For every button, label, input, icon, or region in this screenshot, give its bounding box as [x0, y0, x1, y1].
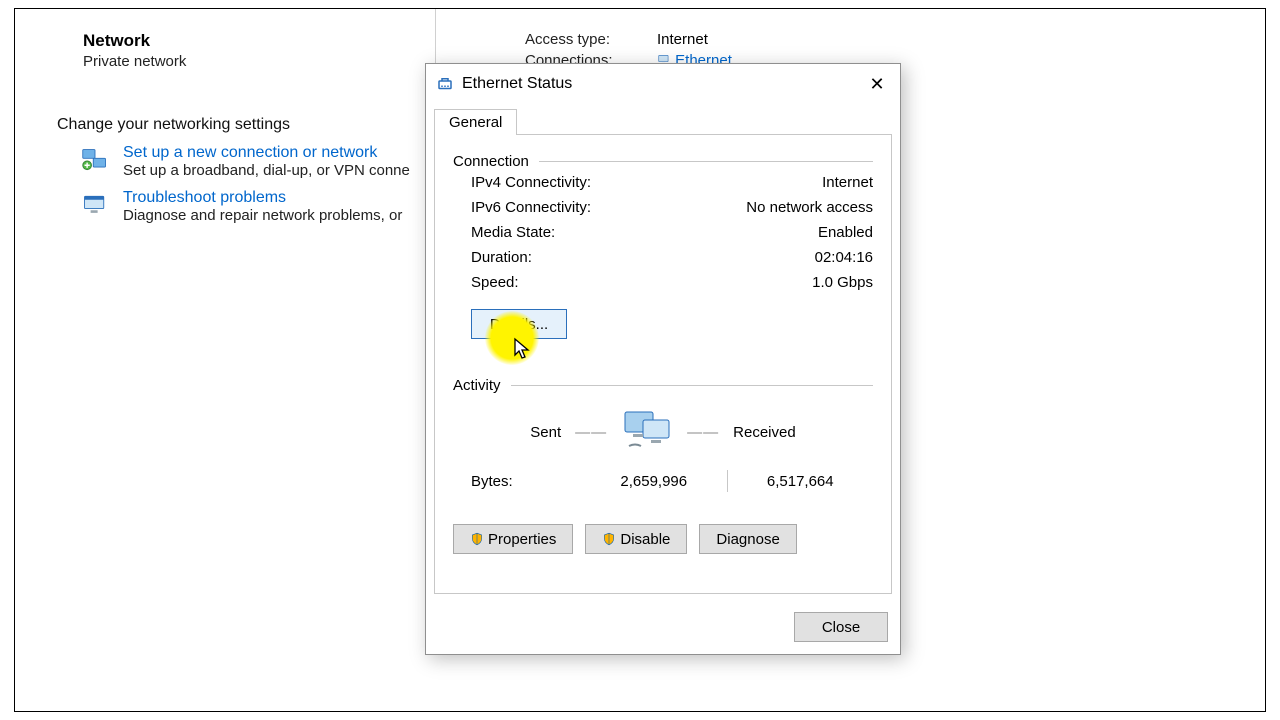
duration-value: 02:04:16 — [733, 249, 873, 266]
tab-strip: General — [426, 104, 900, 134]
access-type-row: Access type: Internet — [525, 31, 1241, 48]
media-state-row: Media State: Enabled — [453, 220, 873, 245]
shield-icon — [602, 532, 616, 546]
setup-connection-desc: Set up a broadband, dial-up, or VPN conn… — [123, 162, 410, 179]
media-state-label: Media State: — [471, 224, 733, 241]
disable-button[interactable]: Disable — [585, 524, 687, 554]
ipv6-row: IPv6 Connectivity: No network access — [453, 195, 873, 220]
shield-icon — [470, 532, 484, 546]
speed-value: 1.0 Gbps — [733, 274, 873, 291]
network-subtitle: Private network — [83, 53, 477, 70]
ipv4-value: Internet — [733, 174, 873, 191]
duration-label: Duration: — [471, 249, 733, 266]
bytes-received-value: 6,517,664 — [728, 473, 874, 490]
dialog-titlebar: Ethernet Status ✕ — [426, 64, 900, 104]
ipv4-row: IPv4 Connectivity: Internet — [453, 170, 873, 195]
dialog-footer: Close — [426, 602, 900, 654]
troubleshoot-item[interactable]: Troubleshoot problems Diagnose and repai… — [81, 189, 477, 224]
network-heading: Network — [83, 31, 477, 51]
change-settings-heading: Change your networking settings — [57, 116, 477, 134]
duration-row: Duration: 02:04:16 — [453, 245, 873, 270]
close-button[interactable]: Close — [794, 612, 888, 642]
ipv6-value: No network access — [733, 199, 873, 216]
activity-computer-icon — [621, 408, 673, 456]
tab-panel-general: Connection IPv4 Connectivity: Internet I… — [434, 134, 892, 594]
speed-row: Speed: 1.0 Gbps — [453, 270, 873, 295]
setup-connection-item[interactable]: Set up a new connection or network Set u… — [81, 144, 477, 179]
activity-visual: Sent —— —— Received — [453, 408, 873, 456]
troubleshoot-icon — [81, 191, 109, 219]
speed-label: Speed: — [471, 274, 733, 291]
activity-group-title: Activity — [453, 377, 873, 394]
sent-label: Sent — [530, 424, 561, 441]
connection-group-title: Connection — [453, 153, 873, 170]
titlebar-close-button[interactable]: ✕ — [854, 64, 900, 104]
dialog-title: Ethernet Status — [462, 75, 572, 93]
properties-button[interactable]: Properties — [453, 524, 573, 554]
action-buttons-row: Properties Disable Diagnose — [453, 524, 873, 554]
access-type-label: Access type: — [525, 31, 629, 48]
access-type-value: Internet — [657, 31, 708, 48]
tab-general[interactable]: General — [434, 109, 517, 135]
media-state-value: Enabled — [733, 224, 873, 241]
ethernet-status-dialog: Ethernet Status ✕ General Connection IPv… — [425, 63, 901, 655]
diagnose-button[interactable]: Diagnose — [699, 524, 796, 554]
close-icon: ✕ — [869, 74, 884, 95]
troubleshoot-link[interactable]: Troubleshoot problems — [123, 189, 402, 207]
received-label: Received — [733, 424, 796, 441]
bytes-label: Bytes: — [471, 473, 581, 490]
activity-dash-right: —— — [687, 424, 719, 441]
ipv6-label: IPv6 Connectivity: — [471, 199, 733, 216]
activity-dash-left: —— — [575, 424, 607, 441]
troubleshoot-desc: Diagnose and repair network problems, or — [123, 207, 402, 224]
setup-connection-link[interactable]: Set up a new connection or network — [123, 144, 410, 162]
connection-wizard-icon — [81, 146, 109, 174]
bytes-row: Bytes: 2,659,996 6,517,664 — [453, 464, 873, 494]
ipv4-label: IPv4 Connectivity: — [471, 174, 733, 191]
bytes-sent-value: 2,659,996 — [581, 473, 727, 490]
ethernet-icon — [436, 75, 454, 93]
details-button[interactable]: Details... — [471, 309, 567, 339]
